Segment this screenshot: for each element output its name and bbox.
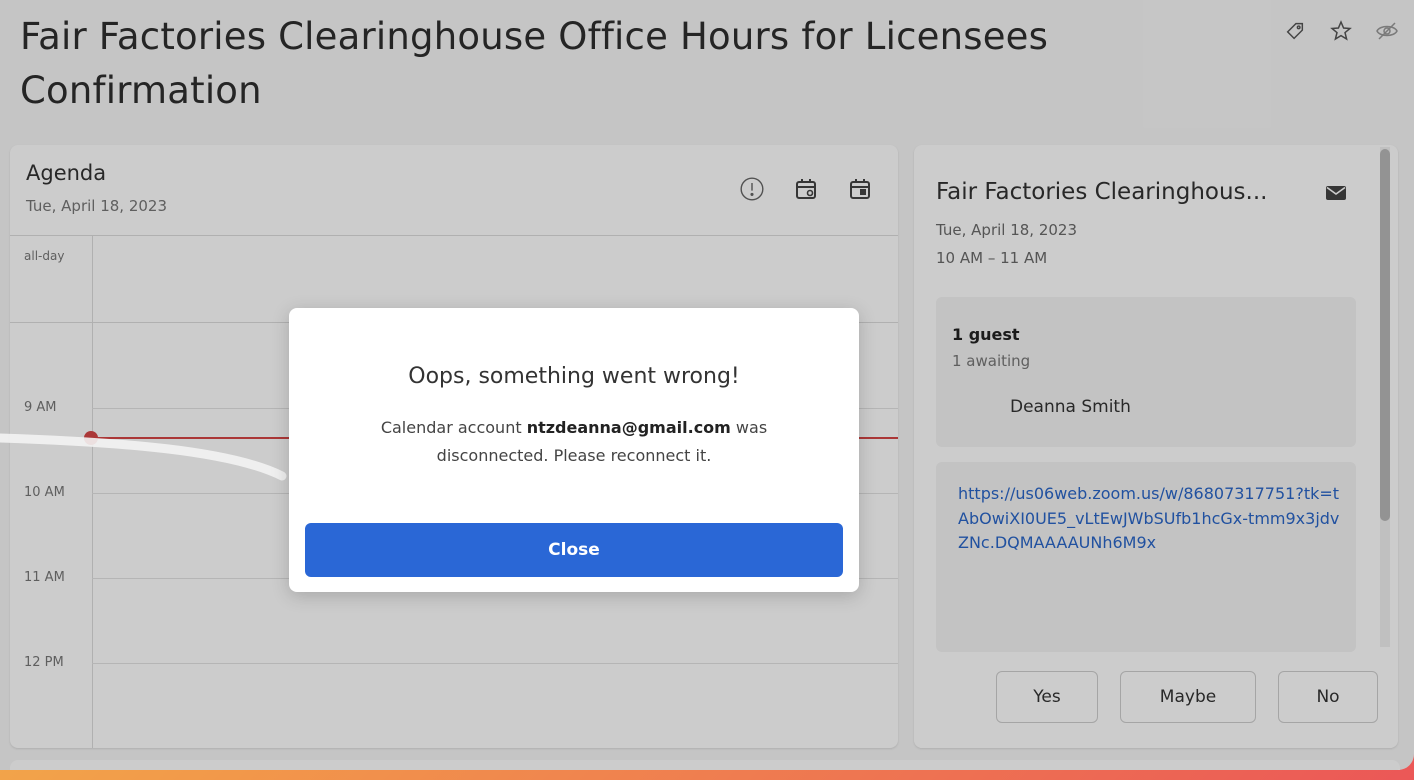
- dialog-message-prefix: Calendar account: [380, 418, 527, 437]
- pointer-trail: [0, 433, 287, 481]
- dialog-message: Calendar account ntzdeanna@gmail.com was…: [329, 414, 819, 470]
- close-button[interactable]: Close: [305, 523, 843, 577]
- dialog-account: ntzdeanna@gmail.com: [526, 418, 731, 437]
- app-window: Fair Factories Clearinghouse Office Hour…: [0, 0, 1414, 770]
- dialog-heading: Oops, something went wrong!: [408, 364, 740, 389]
- error-dialog: Oops, something went wrong! Calendar acc…: [289, 308, 859, 592]
